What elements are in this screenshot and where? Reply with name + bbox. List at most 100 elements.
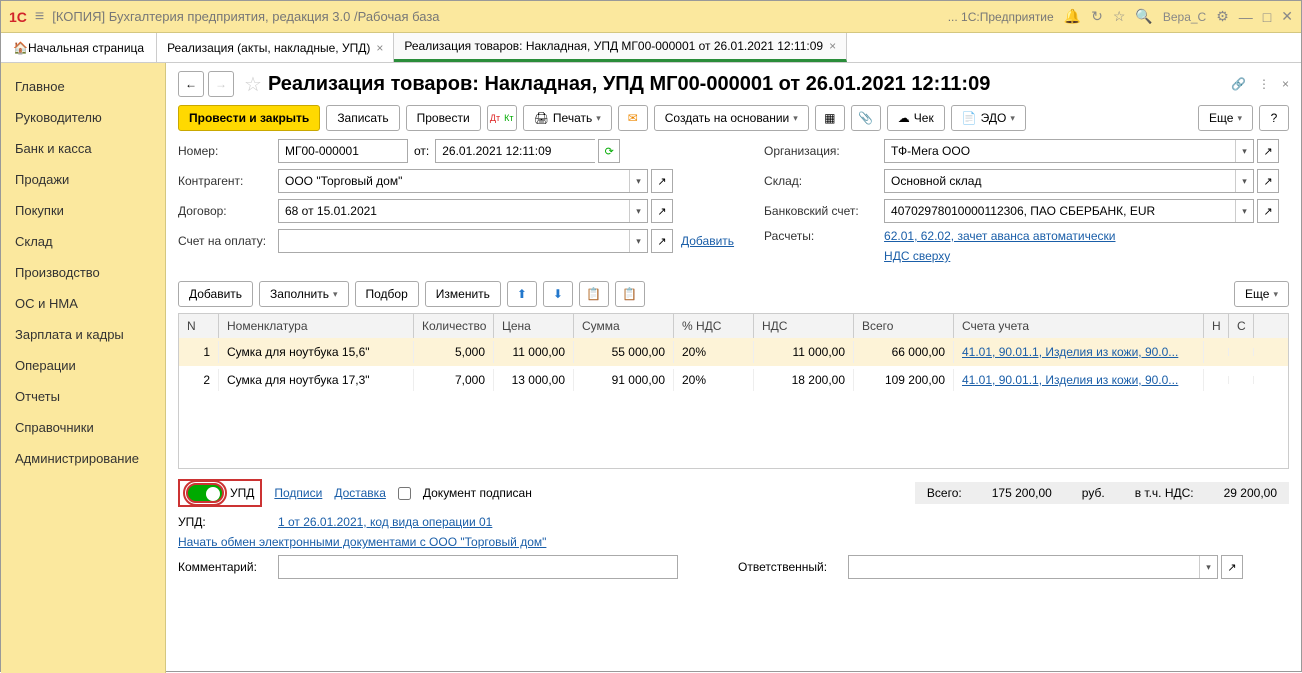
sidebar-item-bank[interactable]: Банк и касса [1, 133, 165, 164]
invoice-open-button[interactable]: ↗ [651, 229, 673, 253]
tab-close-icon[interactable]: × [376, 41, 383, 55]
org-input[interactable]: ▾ [884, 139, 1254, 163]
chevron-down-icon[interactable]: ▾ [629, 200, 647, 222]
delivery-link[interactable]: Доставка [334, 486, 386, 500]
table-select-button[interactable]: Подбор [355, 281, 419, 307]
close-page-icon[interactable]: × [1282, 77, 1289, 91]
link-icon[interactable]: 🔗 [1231, 77, 1246, 91]
contract-input[interactable]: ▾ [278, 199, 648, 223]
calc-link[interactable]: 62.01, 62.02, зачет аванса автоматически [884, 229, 1115, 243]
nav-back-button[interactable]: ← [178, 71, 204, 97]
user-label[interactable]: Вера_С [1163, 10, 1206, 24]
col-h[interactable]: Н [1204, 314, 1229, 338]
save-button[interactable]: Записать [326, 105, 399, 131]
sidebar-item-catalogs[interactable]: Справочники [1, 412, 165, 443]
contra-input[interactable]: ▾ [278, 169, 648, 193]
signatures-link[interactable]: Подписи [274, 486, 322, 500]
chevron-down-icon[interactable]: ▾ [1235, 170, 1253, 192]
copy-button[interactable]: 📋 [579, 281, 609, 307]
create-based-button[interactable]: Создать на основании▾ [654, 105, 809, 131]
refresh-date-button[interactable]: ⟳ [598, 139, 620, 163]
tab-realization-list[interactable]: Реализация (акты, накладные, УПД) × [157, 33, 394, 62]
edo-button[interactable]: 📄ЭДО▾ [951, 105, 1026, 131]
post-button[interactable]: Провести [406, 105, 481, 131]
sidebar-item-osnma[interactable]: ОС и НМА [1, 288, 165, 319]
star-icon[interactable]: ☆ [1113, 8, 1126, 25]
date-input[interactable]: 📅 [435, 139, 595, 163]
more-icon[interactable]: ⋮ [1258, 77, 1270, 91]
struct-button[interactable]: ▦ [815, 105, 845, 131]
col-total[interactable]: Всего [854, 314, 954, 338]
acc-link[interactable]: 41.01, 90.01.1, Изделия из кожи, 90.0... [962, 345, 1178, 359]
upd-doc-link[interactable]: 1 от 26.01.2021, код вида операции 01 [278, 515, 492, 529]
chevron-down-icon[interactable]: ▾ [1199, 556, 1217, 578]
table-fill-button[interactable]: Заполнить▾ [259, 281, 348, 307]
bell-icon[interactable]: 🔔 [1064, 8, 1081, 25]
col-sum[interactable]: Сумма [574, 314, 674, 338]
search-icon[interactable]: 🔍 [1135, 8, 1152, 25]
move-down-button[interactable]: ⬇ [543, 281, 573, 307]
col-c[interactable]: С [1229, 314, 1254, 338]
edo-start-link[interactable]: Начать обмен электронными документами с … [178, 535, 546, 549]
maximize-icon[interactable]: □ [1263, 9, 1271, 25]
paste-button[interactable]: 📋 [615, 281, 645, 307]
check-button[interactable]: ☁Чек [887, 105, 945, 131]
vat-link[interactable]: НДС сверху [884, 249, 950, 263]
chevron-down-icon[interactable]: ▾ [1235, 140, 1253, 162]
sidebar-item-reports[interactable]: Отчеты [1, 381, 165, 412]
sidebar-item-payroll[interactable]: Зарплата и кадры [1, 319, 165, 350]
tab-close-icon[interactable]: × [829, 39, 836, 53]
acc-link[interactable]: 41.01, 90.01.1, Изделия из кожи, 90.0... [962, 373, 1178, 387]
col-acc[interactable]: Счета учета [954, 314, 1204, 338]
more-button[interactable]: Еще▾ [1198, 105, 1253, 131]
sidebar-item-operations[interactable]: Операции [1, 350, 165, 381]
chevron-down-icon[interactable]: ▾ [629, 170, 647, 192]
contra-open-button[interactable]: ↗ [651, 169, 673, 193]
bank-input[interactable]: ▾ [884, 199, 1254, 223]
history-icon[interactable]: ↻ [1091, 8, 1103, 25]
col-price[interactable]: Цена [494, 314, 574, 338]
settings-icon[interactable]: ⚙ [1216, 8, 1229, 25]
attach-button[interactable]: 📎 [851, 105, 881, 131]
doc-signed-checkbox[interactable] [398, 487, 411, 500]
org-open-button[interactable]: ↗ [1257, 139, 1279, 163]
contract-open-button[interactable]: ↗ [651, 199, 673, 223]
minimize-icon[interactable]: — [1239, 9, 1253, 25]
chevron-down-icon[interactable]: ▾ [629, 230, 647, 252]
post-close-button[interactable]: Провести и закрыть [178, 105, 320, 131]
sidebar-item-manager[interactable]: Руководителю [1, 102, 165, 133]
number-input[interactable] [278, 139, 408, 163]
col-qty[interactable]: Количество [414, 314, 494, 338]
mail-button[interactable]: ✉ [618, 105, 648, 131]
sidebar-item-main[interactable]: Главное [1, 71, 165, 102]
add-invoice-link[interactable]: Добавить [681, 234, 734, 248]
responsible-input[interactable]: ▾ [848, 555, 1218, 579]
close-icon[interactable]: ✕ [1281, 8, 1293, 25]
sidebar-item-sales[interactable]: Продажи [1, 164, 165, 195]
table-change-button[interactable]: Изменить [425, 281, 501, 307]
chevron-down-icon[interactable]: ▾ [1235, 200, 1253, 222]
tab-realization-doc[interactable]: Реализация товаров: Накладная, УПД МГ00-… [394, 33, 847, 62]
sidebar-item-warehouse[interactable]: Склад [1, 226, 165, 257]
col-nom[interactable]: Номенклатура [219, 314, 414, 338]
table-row[interactable]: 2 Сумка для ноутбука 17,3" 7,000 13 000,… [179, 366, 1288, 394]
tab-home[interactable]: 🏠 Начальная страница [1, 33, 157, 62]
help-button[interactable]: ? [1259, 105, 1289, 131]
col-vatpct[interactable]: % НДС [674, 314, 754, 338]
store-input[interactable]: ▾ [884, 169, 1254, 193]
sidebar-item-admin[interactable]: Администрирование [1, 443, 165, 474]
print-button[interactable]: 🖨Печать▾ [523, 105, 612, 131]
table-add-button[interactable]: Добавить [178, 281, 253, 307]
invoice-input[interactable]: ▾ [278, 229, 648, 253]
favorite-icon[interactable]: ☆ [244, 72, 262, 97]
sidebar-item-purchases[interactable]: Покупки [1, 195, 165, 226]
responsible-open-button[interactable]: ↗ [1221, 555, 1243, 579]
bank-open-button[interactable]: ↗ [1257, 199, 1279, 223]
dtkt-button[interactable]: ДтКт [487, 105, 517, 131]
nav-forward-button[interactable]: → [208, 71, 234, 97]
sidebar-item-production[interactable]: Производство [1, 257, 165, 288]
table-more-button[interactable]: Еще▾ [1234, 281, 1289, 307]
col-vat[interactable]: НДС [754, 314, 854, 338]
move-up-button[interactable]: ⬆ [507, 281, 537, 307]
col-n[interactable]: N [179, 314, 219, 338]
